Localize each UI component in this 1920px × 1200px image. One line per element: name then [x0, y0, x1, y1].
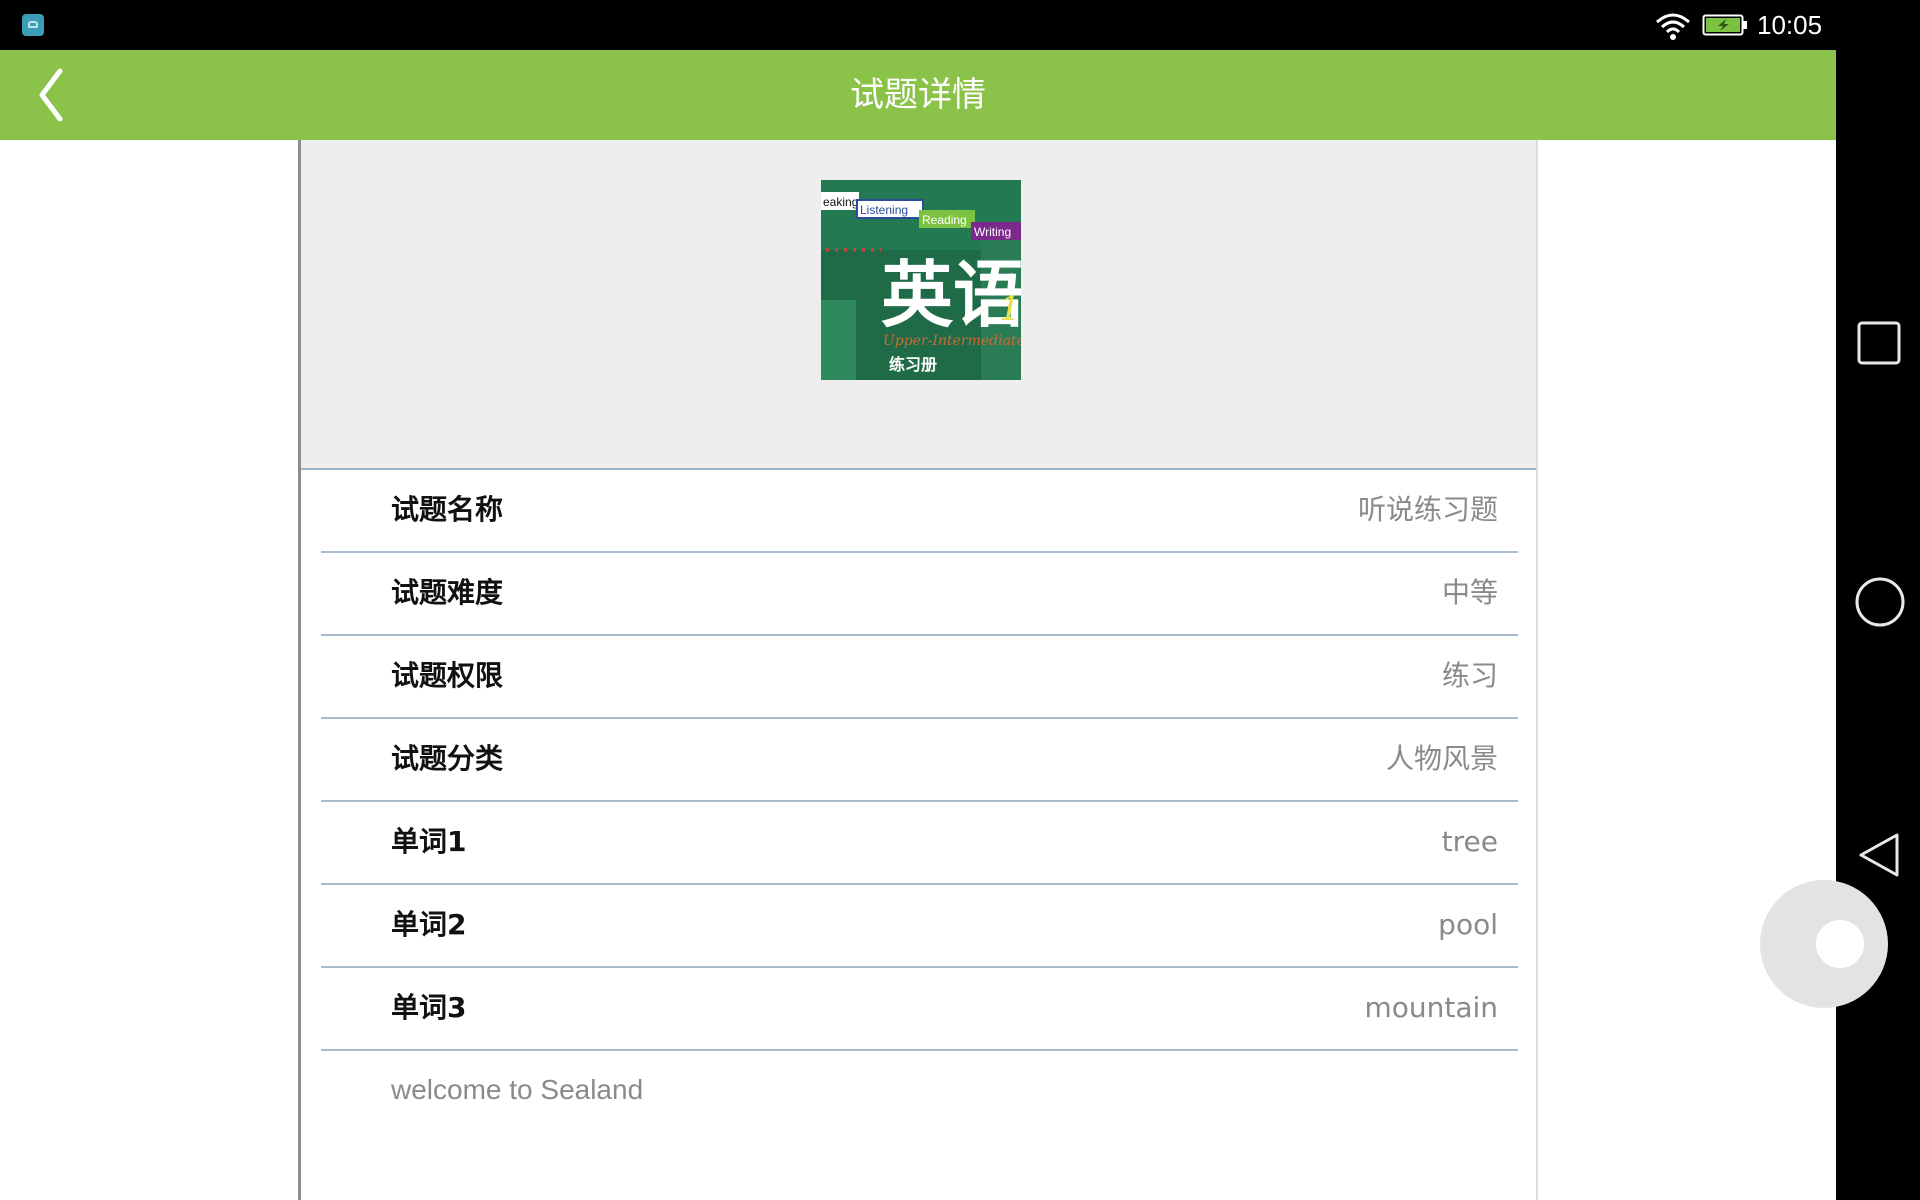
status-time: 10:05	[1757, 10, 1823, 40]
status-bar: 10:05	[0, 0, 1836, 50]
detail-label: 试题权限	[391, 659, 504, 692]
cover-caption: 练习册	[889, 355, 937, 374]
cover-area: eaking Listening Reading Writing 英语 1 Up…	[301, 140, 1536, 470]
detail-row-word-2: 单词2 pool	[321, 885, 1518, 968]
wifi-icon	[1656, 13, 1690, 40]
app-notification-icon	[22, 14, 44, 36]
cover-tag: Writing	[974, 225, 1011, 239]
detail-label: 试题难度	[391, 576, 504, 609]
detail-value: 练习	[1441, 659, 1498, 692]
detail-row-difficulty: 试题难度 中等	[321, 553, 1518, 636]
battery-charging-icon	[1702, 14, 1747, 36]
description-text: welcome to Sealand	[391, 1074, 644, 1105]
back-icon[interactable]	[1856, 832, 1902, 878]
detail-label: 单词2	[391, 908, 467, 941]
detail-row-word-1: 单词1 tree	[321, 802, 1518, 885]
detail-label: 试题分类	[391, 742, 504, 775]
textbook-cover-image[interactable]: eaking Listening Reading Writing 英语 1 Up…	[821, 180, 1021, 380]
detail-list: 试题名称 听说练习题 试题难度 中等 试题权限 练习 试题分类 人物风景 单词1…	[321, 470, 1518, 1051]
cover-number: 1	[999, 289, 1021, 329]
detail-row-word-3: 单词3 mountain	[321, 968, 1518, 1051]
detail-row-permission: 试题权限 练习	[321, 636, 1518, 719]
app-screen: 试题详情 eaking Listening Reading Writing 英语…	[0, 50, 1836, 1200]
title-bar: 试题详情	[0, 50, 1836, 140]
detail-value: pool	[1438, 908, 1498, 941]
detail-value: mountain	[1364, 991, 1498, 1024]
page-title: 试题详情	[850, 75, 986, 115]
detail-card: eaking Listening Reading Writing 英语 1 Up…	[298, 140, 1538, 1200]
detail-row-name: 试题名称 听说练习题	[321, 470, 1518, 553]
cover-tag: eaking	[823, 195, 858, 209]
description-box: welcome to Sealand	[321, 1040, 1518, 1200]
detail-value: 中等	[1441, 576, 1498, 609]
recent-apps-icon[interactable]	[1856, 320, 1902, 366]
cover-subtitle: Upper-Intermediate	[883, 333, 1021, 349]
detail-label: 单词1	[391, 825, 467, 858]
home-icon[interactable]	[1854, 576, 1906, 628]
navigation-bar	[1836, 0, 1920, 1200]
detail-value: tree	[1441, 825, 1498, 858]
detail-row-category: 试题分类 人物风景	[321, 719, 1518, 802]
detail-label: 试题名称	[391, 493, 504, 526]
cover-art: eaking Listening Reading Writing 英语 1 Up…	[821, 180, 1021, 380]
cover-tag: Reading	[922, 213, 967, 227]
cover-tag: Listening	[860, 203, 908, 217]
detail-value: 听说练习题	[1357, 493, 1498, 526]
detail-label: 单词3	[391, 991, 467, 1024]
detail-value: 人物风景	[1385, 742, 1498, 775]
floating-assistant-button[interactable]	[1760, 880, 1888, 1008]
